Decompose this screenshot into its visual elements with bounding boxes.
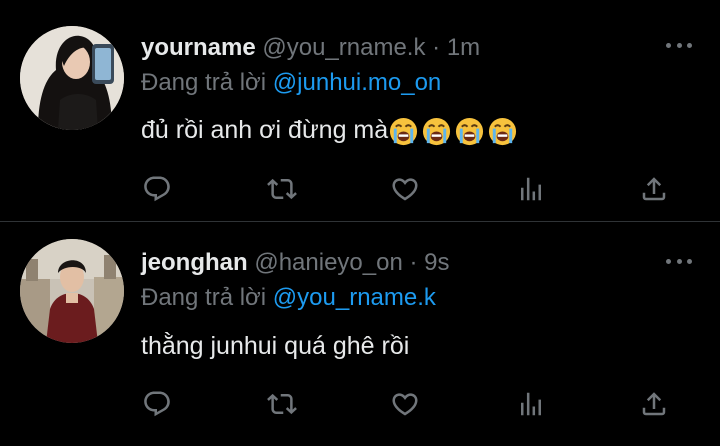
tweet-header: yourname @you_rname.k · 1m: [141, 33, 480, 63]
user-handle[interactable]: @you_rname.k: [262, 34, 425, 61]
emoji-group: [388, 116, 518, 147]
user-handle[interactable]: @hanieyo_on: [254, 249, 402, 276]
avatar-image: [20, 26, 124, 130]
replying-to: Đang trả lời @you_rname.k: [141, 283, 436, 313]
separator-dot: ·: [432, 34, 441, 61]
loudly-crying-face-icon: [390, 117, 418, 145]
more-options-icon[interactable]: [666, 40, 692, 50]
views-button[interactable]: [513, 386, 549, 422]
replying-to: Đang trả lời @junhui.mo_on: [141, 68, 441, 98]
divider: [0, 221, 720, 222]
retweet-button[interactable]: [264, 171, 300, 207]
share-icon: [642, 392, 666, 416]
views-button[interactable]: [513, 171, 549, 207]
timeline: yourname @you_rname.k · 1m Đang trả lời …: [0, 0, 720, 446]
timestamp[interactable]: 9s: [424, 249, 449, 276]
avatar[interactable]: [20, 239, 124, 343]
like-icon: [392, 393, 418, 416]
reply-button[interactable]: [139, 171, 175, 207]
tweet[interactable]: jeonghan @hanieyo_on · 9s Đang trả lời @…: [0, 223, 720, 446]
tweet-body: đủ rồi anh ơi đừng mà: [141, 116, 389, 144]
replying-to-label: Đang trả lời: [141, 284, 267, 311]
share-icon: [642, 177, 666, 201]
retweet-icon: [267, 393, 297, 415]
share-button[interactable]: [636, 171, 672, 207]
loudly-crying-face-icon: [489, 117, 517, 145]
views-icon: [521, 177, 541, 201]
like-button[interactable]: [387, 171, 423, 207]
views-icon: [521, 392, 541, 416]
retweet-icon: [267, 178, 297, 200]
replying-to-label: Đang trả lời: [141, 69, 267, 96]
replying-to-handle[interactable]: @you_rname.k: [273, 284, 436, 311]
tweet-body: thằng junhui quá ghê rồi: [141, 332, 410, 360]
avatar[interactable]: [20, 26, 124, 130]
loudly-crying-face-icon: [456, 117, 484, 145]
tweet-actions: [0, 171, 720, 207]
display-name[interactable]: jeonghan: [141, 249, 248, 276]
like-button[interactable]: [387, 386, 423, 422]
reply-icon: [144, 176, 170, 202]
tweet-header: jeonghan @hanieyo_on · 9s: [141, 248, 450, 278]
reply-icon: [144, 391, 170, 417]
like-icon: [392, 178, 418, 201]
avatar-image: [20, 239, 124, 343]
timestamp[interactable]: 1m: [447, 34, 480, 61]
loudly-crying-face-icon: [423, 117, 451, 145]
tweet[interactable]: yourname @you_rname.k · 1m Đang trả lời …: [0, 0, 720, 222]
reply-button[interactable]: [139, 386, 175, 422]
separator-dot: ·: [409, 249, 418, 276]
share-button[interactable]: [636, 386, 672, 422]
replying-to-handle[interactable]: @junhui.mo_on: [273, 69, 441, 96]
tweet-text: đủ rồi anh ơi đừng mà: [141, 113, 518, 147]
tweet-actions: [0, 386, 720, 422]
display-name[interactable]: yourname: [141, 34, 256, 61]
more-options-icon[interactable]: [666, 256, 692, 266]
tweet-text: thằng junhui quá ghê rồi: [141, 329, 409, 363]
retweet-button[interactable]: [264, 386, 300, 422]
